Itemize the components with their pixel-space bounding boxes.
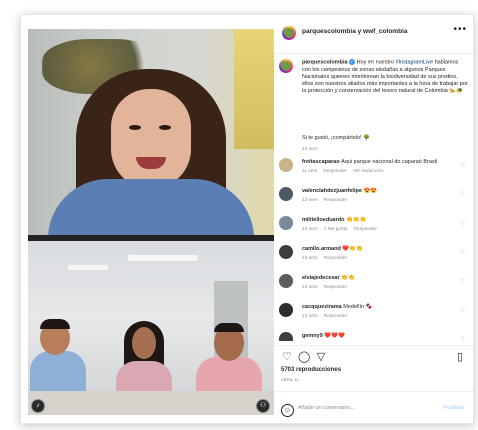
commenter-username[interactable]: valenciahdezjuanfelipe: [302, 188, 362, 194]
comment-likes[interactable]: 1 Me gusta: [324, 227, 348, 232]
comment-row: freitascaparao Aqui parque nacional do c…: [274, 156, 473, 186]
comment-row: gemny9 ❤️❤️❤️13 semResponder♡: [274, 330, 473, 341]
comment-row: cacqquezirama Medellín 🍫 13 sem Responder ♡: [274, 301, 473, 331]
comment-like-heart-icon[interactable]: ♡: [460, 162, 465, 169]
caption-text: parquescolombia ✓ Hoy en nuestro #Instag…: [302, 59, 468, 95]
more-options-icon[interactable]: •••: [453, 24, 467, 35]
comment-body: ❤️❤️❤️: [324, 333, 345, 339]
commenter-username[interactable]: militelloeduardo: [302, 217, 344, 223]
commenter-username[interactable]: camilo.armand: [302, 246, 341, 252]
comment-time: 13 sem: [302, 314, 318, 319]
comment-meta: 13 sem Responder: [302, 285, 353, 290]
commenter-username[interactable]: gemny9: [302, 333, 323, 339]
comment-body: 👏👏: [341, 275, 355, 281]
reply-link[interactable]: Responder: [324, 256, 347, 261]
see-translation-link[interactable]: Ver traducción: [353, 169, 384, 174]
comment-icon[interactable]: ◯: [298, 351, 310, 363]
commenter-avatar[interactable]: [279, 158, 293, 172]
comment-like-heart-icon[interactable]: ♡: [460, 278, 465, 285]
host-camera-feed: [28, 29, 274, 235]
comment-time: 13 sem: [302, 285, 318, 290]
comment-body: 👏👏👏: [346, 217, 367, 223]
commenter-avatar[interactable]: [279, 216, 293, 230]
commenter-avatar[interactable]: [279, 187, 293, 201]
commenter-avatar[interactable]: [279, 332, 293, 341]
comment-row: militelloeduardo 👏👏👏 13 sem 1 Me gusta Resp…: [274, 214, 473, 244]
account-names[interactable]: parquescolombia y wwf_colombia: [302, 28, 407, 35]
comment-like-heart-icon[interactable]: ♡: [460, 336, 465, 341]
comment-like-heart-icon[interactable]: ♡: [460, 249, 465, 256]
comment-meta: 13 sem Responder: [302, 314, 353, 319]
view-count[interactable]: 5703 reproducciones: [281, 367, 341, 373]
comment-input[interactable]: Añade un comentario...: [298, 405, 355, 411]
comment-text: valenciahdezjuanfelipe 😍😍: [302, 188, 377, 194]
comment-text: freitascaparao Aqui parque nacional do c…: [302, 159, 437, 165]
guests-camera-feed: [28, 241, 274, 415]
comment-body: Aqui parque nacional do caparaó Brasil: [341, 159, 438, 165]
commenter-avatar[interactable]: [279, 303, 293, 317]
comment-meta: 13 sem Responder: [302, 256, 353, 261]
commenter-avatar[interactable]: [279, 245, 293, 259]
publish-button[interactable]: Publicar: [443, 405, 465, 411]
comments-scroll-area[interactable]: parquescolombia ✓ Hoy en nuestro #Instag…: [274, 53, 473, 341]
add-comment-bar: ☺ Añade un comentario... Publicar: [274, 391, 473, 423]
caption-username[interactable]: parquescolombia: [302, 59, 348, 65]
share-icon[interactable]: ▽: [315, 351, 327, 363]
comment-body: 😍😍: [363, 188, 378, 194]
post-date: ABRIL 11: [281, 377, 299, 382]
instagram-post-card: ♪ ⚇ parquescolombia y wwf_colombia ••• p…: [20, 14, 474, 424]
audio-icon[interactable]: ♪: [31, 399, 45, 413]
caption-time: 13 sem: [302, 147, 318, 152]
hashtag-link[interactable]: #InstagramLive: [395, 59, 433, 65]
commenter-username[interactable]: cacqquezirama: [302, 304, 342, 310]
post-header: parquescolombia y wwf_colombia •••: [274, 15, 473, 54]
comment-like-heart-icon[interactable]: ♡: [460, 220, 465, 227]
comment-text: cacqquezirama Medellín 🍫: [302, 304, 372, 310]
like-heart-icon[interactable]: ♡: [281, 351, 293, 363]
caption-avatar[interactable]: [279, 59, 293, 73]
caption-followup: Si te gustó, ¡compártelo! 🌳: [302, 135, 370, 141]
commenter-username[interactable]: freitascaparao: [302, 159, 340, 165]
comment-row: valenciahdezjuanfelipe 😍😍 13 sem Responder…: [274, 185, 473, 215]
comment-text: militelloeduardo 👏👏👏: [302, 217, 367, 223]
comment-time: 13 sem: [302, 227, 318, 232]
live-video[interactable]: ♪ ⚇: [28, 29, 274, 415]
comment-meta: 13 sem 1 Me gusta Responder: [302, 227, 383, 232]
commenter-avatar[interactable]: [279, 274, 293, 288]
verified-badge-icon: ✓: [349, 59, 356, 65]
reply-link[interactable]: Responder: [353, 227, 376, 232]
emoji-icon[interactable]: ☺: [281, 404, 294, 417]
commenter-username[interactable]: elviajedecesar: [302, 275, 340, 281]
comment-time: 11 sem: [302, 169, 318, 174]
reply-link[interactable]: Responder: [323, 169, 346, 174]
comment-time: 13 sem: [302, 256, 318, 261]
comment-time: 13 sem: [302, 198, 318, 203]
reply-link[interactable]: Responder: [324, 285, 347, 290]
save-bookmark-icon[interactable]: ▯: [454, 351, 466, 363]
comment-text: elviajedecesar 👏👏: [302, 275, 355, 281]
comment-row: camilo.armand ❤️👏👏 13 sem Responder ♡: [274, 243, 473, 273]
comment-body: ❤️👏👏: [342, 246, 363, 252]
post-actions-bar: ♡ ◯ ▽ ▯: [274, 345, 473, 366]
comment-text: camilo.armand ❤️👏👏: [302, 246, 363, 252]
comment-body: Medellín 🍫: [343, 304, 373, 310]
comment-like-heart-icon[interactable]: ♡: [460, 191, 465, 198]
comment-meta: 13 sem Responder: [302, 198, 353, 203]
comment-like-heart-icon[interactable]: ♡: [460, 307, 465, 314]
account-avatar[interactable]: [282, 26, 296, 40]
post-side-panel: parquescolombia y wwf_colombia ••• parqu…: [274, 15, 473, 423]
reply-link[interactable]: Responder: [324, 198, 347, 203]
reply-link[interactable]: Responder: [324, 314, 347, 319]
comment-text: gemny9 ❤️❤️❤️: [302, 333, 345, 339]
user-tags-icon[interactable]: ⚇: [256, 399, 270, 413]
comment-meta: 11 sem Responder Ver traducción: [302, 169, 390, 174]
comment-row: elviajedecesar 👏👏 13 sem Responder ♡: [274, 272, 473, 302]
